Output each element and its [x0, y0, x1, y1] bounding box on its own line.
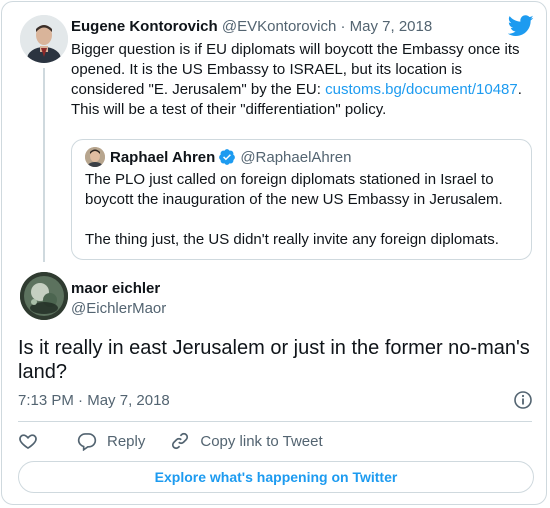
quoted-paragraph-2: The thing just, the US didn't really inv… [85, 231, 499, 248]
tweet-embed-card: Eugene Kontorovich @EVKontorovich · May … [1, 1, 547, 505]
reply-icon [77, 433, 97, 451]
twitter-bird-icon[interactable] [507, 15, 534, 37]
quoted-tweet-header: Raphael Ahren @RaphaelAhren [110, 148, 351, 166]
link-icon [172, 432, 189, 450]
eugene-avatar[interactable] [20, 15, 68, 63]
main-author-handle[interactable]: @EichlerMaor [71, 300, 166, 317]
parent-tweet-header: Eugene Kontorovich @EVKontorovich · May … [71, 18, 432, 35]
main-tweet-time[interactable]: 7:13 PM [18, 392, 74, 409]
main-tweet-timestamp[interactable]: 7:13 PM · May 7, 2018 [18, 392, 170, 409]
verified-badge-icon [218, 148, 236, 166]
info-icon[interactable] [513, 390, 533, 410]
quoted-author-name: Raphael Ahren [110, 148, 216, 166]
maor-avatar[interactable] [20, 272, 68, 320]
main-tweet-date[interactable]: May 7, 2018 [87, 392, 170, 409]
like-button[interactable] [18, 431, 38, 451]
thread-connector-line [43, 68, 45, 262]
main-author-name[interactable]: maor eichler [71, 280, 160, 297]
copy-link-label: Copy link to Tweet [200, 432, 323, 450]
raphael-avatar [85, 147, 105, 167]
explore-twitter-button[interactable]: Explore what's happening on Twitter [18, 461, 534, 493]
parent-author-handle[interactable]: @EVKontorovich [222, 18, 336, 35]
quoted-tweet-text: The PLO just called on foreign diplomats… [85, 170, 520, 250]
main-tweet-text: Is it really in east Jerusalem or just i… [18, 337, 530, 383]
reply-button[interactable]: Reply [77, 431, 145, 451]
reply-label: Reply [107, 432, 146, 450]
tweet-actions: Reply Copy link to Tweet [18, 430, 348, 452]
parent-author-name[interactable]: Eugene Kontorovich [71, 18, 218, 35]
quoted-author-handle: @RaphaelAhren [240, 148, 352, 166]
parent-tweet-link[interactable]: customs.bg/document/10487 [325, 81, 518, 98]
parent-tweet-text: Bigger question is if EU diplomats will … [71, 40, 531, 120]
actions-divider [18, 421, 532, 422]
timestamp-separator: · [78, 392, 84, 409]
heart-icon [19, 434, 37, 450]
copy-link-button[interactable]: Copy link to Tweet [170, 431, 323, 451]
parent-date[interactable]: May 7, 2018 [350, 18, 433, 35]
parent-separator: · [340, 18, 346, 35]
quoted-tweet[interactable]: Raphael Ahren @RaphaelAhren The PLO just… [71, 139, 532, 260]
quoted-paragraph-1: The PLO just called on foreign diplomats… [85, 171, 503, 208]
